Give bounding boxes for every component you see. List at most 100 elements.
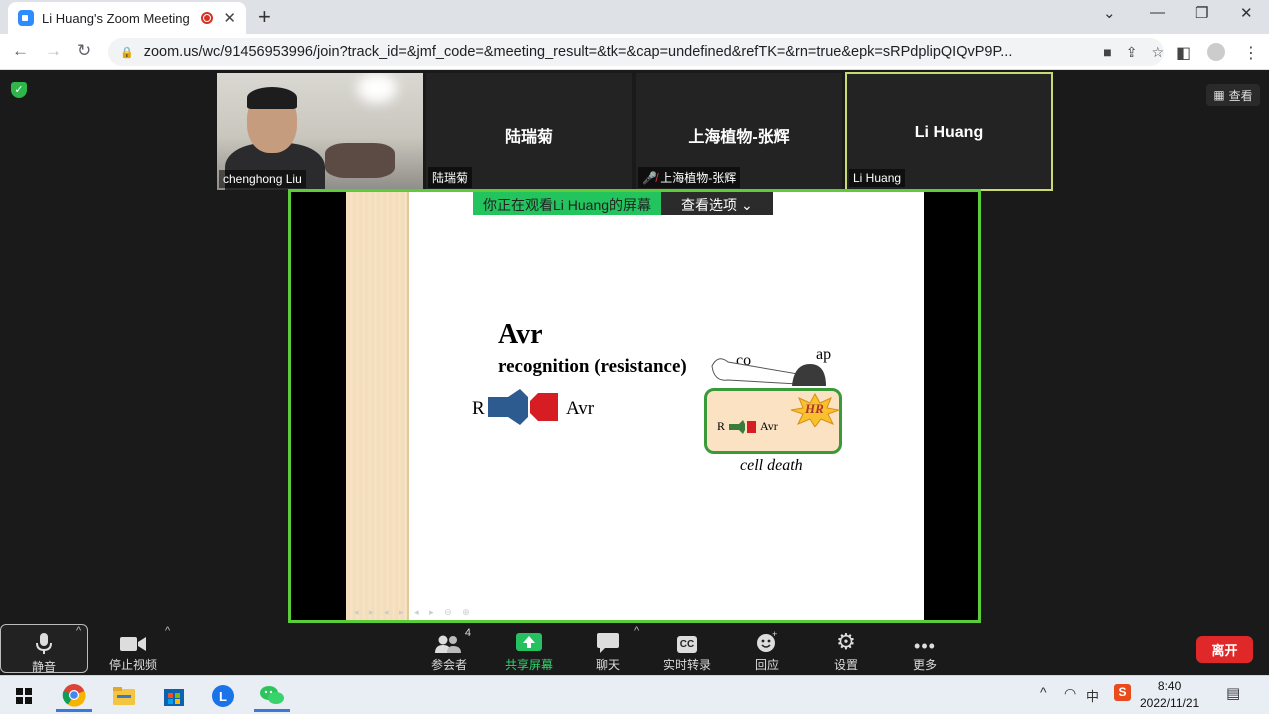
viewing-screen-label: 你正在观看Li Huang的屏幕	[473, 192, 662, 215]
chat-options-caret-icon[interactable]: ^	[634, 625, 639, 637]
share-screen-label: 共享屏幕	[504, 658, 553, 672]
gear-icon: ⚙	[836, 629, 856, 654]
audio-options-caret-icon[interactable]: ^	[76, 625, 81, 637]
view-button[interactable]: ▦ 查看	[1206, 84, 1260, 106]
store-button[interactable]	[156, 680, 192, 712]
reactions-button[interactable]: + 回应	[745, 623, 789, 675]
more-label: 更多	[912, 658, 937, 672]
participant-tile[interactable]: chenghong Liu	[217, 73, 423, 190]
store-icon	[164, 689, 184, 706]
r-label: R	[472, 398, 485, 419]
slide-title: Avr	[498, 319, 543, 350]
share-screen-icon	[516, 633, 542, 651]
forward-icon[interactable]: →	[45, 41, 62, 61]
cc-icon: CC	[676, 636, 698, 653]
windows-logo-icon	[16, 688, 32, 704]
participant-name-tag: Li Huang	[849, 169, 906, 187]
address-bar-row: ← → ↻ 🔒 zoom.us/wc/91456953996/join?trac…	[0, 34, 1269, 70]
participants-button[interactable]: 4 参会者	[425, 623, 473, 675]
receptor-diagram	[488, 389, 558, 425]
slide-wood-border	[346, 192, 409, 620]
stop-video-button[interactable]: 停止视频	[100, 623, 166, 675]
new-tab-icon[interactable]: +	[258, 4, 271, 30]
system-clock[interactable]: 8:40 2022/11/21	[1140, 678, 1199, 712]
participant-tile-active[interactable]: Li Huang Li Huang	[845, 72, 1053, 191]
participants-label: 参会者	[430, 658, 467, 672]
l-app-icon: L	[212, 685, 234, 707]
video-options-caret-icon[interactable]: ^	[165, 625, 170, 637]
recording-icon	[201, 12, 214, 24]
restore-icon[interactable]: ❐	[1195, 4, 1208, 22]
ime-indicator[interactable]: 中	[1086, 686, 1099, 705]
close-window-icon[interactable]: ✕	[1240, 4, 1253, 22]
file-explorer-button[interactable]	[106, 680, 142, 712]
url-input[interactable]: 🔒 zoom.us/wc/91456953996/join?track_id=&…	[108, 38, 1164, 66]
microphone-icon	[36, 633, 52, 654]
hr-label: HR	[805, 401, 824, 416]
cell-diagram: HR R Avr	[704, 388, 842, 454]
cell-avr-label: Avr	[760, 419, 778, 433]
participant-name-tag: 🎤̸ 上海植物-张辉	[638, 167, 741, 188]
notification-icon[interactable]: ▤	[1226, 684, 1240, 702]
participant-tile[interactable]: 陆瑞菊 陆瑞菊	[426, 73, 632, 190]
reactions-label: 回应	[754, 658, 779, 672]
participant-display-name: Li Huang	[914, 124, 984, 141]
clock-date: 2022/11/21	[1140, 696, 1200, 710]
live-transcript-button[interactable]: CC 实时转录	[660, 623, 714, 675]
lock-icon: 🔒	[120, 46, 134, 59]
chrome-taskbar-button[interactable]	[56, 680, 92, 712]
more-button[interactable]: ••• 更多	[904, 623, 946, 675]
participant-tile[interactable]: 上海植物-张辉 🎤̸ 上海植物-张辉	[636, 73, 842, 190]
share-screen-button[interactable]: 共享屏幕	[503, 623, 555, 675]
leave-button[interactable]: 离开	[1196, 636, 1253, 663]
mute-button[interactable]: 静音	[0, 624, 88, 674]
browser-menu-icon[interactable]: ⋮	[1243, 43, 1259, 63]
browser-tab[interactable]: Li Huang's Zoom Meeting ✕	[8, 2, 246, 34]
view-options-button[interactable]: 查看选项 ⌄	[661, 192, 773, 215]
settings-button[interactable]: ⚙ 设置	[825, 623, 867, 675]
share-page-icon[interactable]: ⇪	[1126, 44, 1138, 61]
chevron-down-icon: ⌄	[740, 197, 753, 213]
participant-name-tag: chenghong Liu	[219, 170, 306, 188]
start-button[interactable]	[6, 680, 42, 712]
share-banner: 你正在观看Li Huang的屏幕 查看选项 ⌄	[473, 192, 773, 215]
reload-icon[interactable]: ↻	[77, 41, 91, 61]
participant-name-tag: 陆瑞菊	[428, 167, 473, 188]
slide-subtitle: recognition (resistance)	[498, 356, 687, 377]
sogou-ime-icon[interactable]: S	[1114, 684, 1131, 701]
lark-app-button[interactable]: L	[205, 680, 241, 712]
side-panel-icon[interactable]: ◧	[1176, 43, 1191, 63]
tab-search-icon[interactable]: ⌄	[1103, 4, 1116, 22]
meeting-toolbar: 静音 ^ 停止视频 ^ 4 参会者 共享屏幕 聊天 ^ CC 实时转录 + 回应…	[0, 623, 1269, 675]
tray-expand-icon[interactable]: ^	[1040, 684, 1047, 700]
participants-icon	[435, 635, 461, 653]
browser-tab-bar: Li Huang's Zoom Meeting ✕ + ⌄ — ❐ ✕	[0, 0, 1269, 34]
chat-label: 聊天	[595, 658, 620, 672]
more-dots-icon: •••	[914, 636, 936, 656]
clock-time: 8:40	[1157, 679, 1182, 693]
meeting-area: ✓ ▦ 查看 chenghong Liu 陆瑞菊 陆瑞菊 上海植物-张辉 🎤̸ …	[0, 70, 1269, 623]
network-icon[interactable]: ◠	[1064, 685, 1076, 702]
bookmark-star-icon[interactable]: ☆	[1151, 44, 1164, 61]
cell-r-label: R	[717, 419, 726, 433]
slide-nav-controls[interactable]: ◂ ▸ ◂ ▸ ◂ ▸ ⊖ ⊕	[354, 607, 474, 618]
stop-video-label: 停止视频	[108, 658, 157, 672]
back-icon[interactable]: ←	[12, 41, 29, 61]
wechat-button[interactable]	[254, 680, 290, 712]
mute-label: 静音	[31, 660, 56, 674]
windows-taskbar: L ^ ◠ 中 S 8:40 2022/11/21 ▤	[0, 675, 1269, 714]
close-tab-icon[interactable]: ✕	[223, 9, 236, 27]
participant-count: 4	[464, 627, 471, 639]
participant-display-name: 陆瑞菊	[504, 129, 553, 146]
muted-mic-icon: 🎤̸	[642, 171, 657, 185]
svg-text:+: +	[772, 631, 777, 639]
slide: Avr recognition (resistance) R Avr co ap…	[346, 192, 924, 620]
chrome-icon	[62, 683, 86, 707]
chat-icon	[597, 633, 619, 653]
minimize-icon[interactable]: —	[1150, 4, 1165, 21]
url-text: zoom.us/wc/91456953996/join?track_id=&jm…	[143, 44, 1013, 60]
chat-button[interactable]: 聊天	[588, 623, 628, 675]
camera-icon[interactable]: ■	[1103, 44, 1111, 60]
profile-icon[interactable]	[1207, 43, 1225, 61]
security-shield-icon[interactable]: ✓	[11, 82, 27, 98]
